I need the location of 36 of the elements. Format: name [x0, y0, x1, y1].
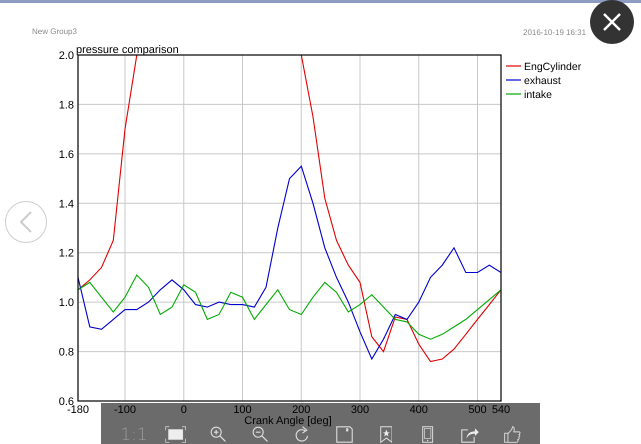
time-text: 16:31 [566, 28, 586, 37]
x-tick-label: -100 [114, 404, 136, 416]
x-tick-label: -180 [66, 404, 90, 416]
close-button[interactable] [590, 0, 634, 44]
rotate-icon [294, 426, 310, 443]
x-tick-label: 400 [410, 404, 428, 416]
y-tick-label: 1.4 [58, 198, 74, 210]
x-tick-label: 500 [468, 404, 487, 416]
y-tick-label: 0.8 [58, 346, 74, 359]
x-tick-label: 200 [292, 404, 310, 416]
thumbs-up-icon [504, 426, 520, 443]
y-tick-label: 1.8 [58, 99, 74, 112]
share-icon [460, 426, 480, 443]
y-tick-label: 1.2 [58, 248, 74, 260]
y-tick-label: 2.0 [58, 50, 74, 62]
y-tick-label: 1.6 [58, 148, 74, 161]
zoom-out-icon [252, 426, 268, 443]
x-axis-label: Crank Angle [deg] [244, 415, 332, 427]
tablet-icon [422, 426, 434, 443]
group-name: New Group3 [32, 27, 77, 36]
x-tick-label: 0 [180, 404, 187, 416]
zoom-in-icon [210, 426, 226, 443]
x-tick-label: 100 [233, 404, 252, 416]
x-tick-label: 300 [350, 404, 370, 416]
chevron-left-icon [19, 211, 33, 233]
save-icon [336, 426, 352, 443]
fit-screen-icon [165, 426, 187, 443]
chart-title: pressure comparison [76, 44, 179, 56]
legend-label: intake [524, 89, 552, 101]
x-tick-label: 540 [492, 404, 510, 416]
legend-label: EngCylinder [524, 61, 582, 73]
legend-label: exhaust [524, 75, 561, 87]
date-text: 2016-10-19 [523, 28, 564, 37]
bookmark-icon [380, 426, 392, 443]
close-icon [602, 12, 622, 32]
y-tick-label: 1.0 [58, 297, 74, 310]
